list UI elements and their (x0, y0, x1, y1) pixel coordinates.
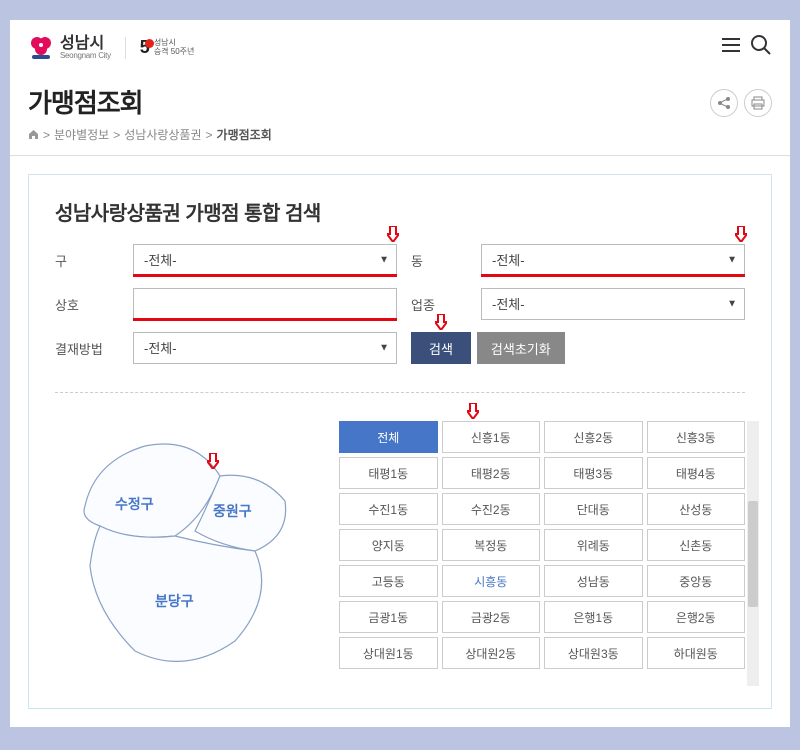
city-logo[interactable]: 성남시 Seongnam City (28, 35, 111, 61)
menu-button[interactable] (720, 34, 742, 61)
dong-button[interactable]: 상대원1동 (339, 637, 438, 669)
dong-button[interactable]: 시흥동 (442, 565, 541, 597)
search-icon (750, 34, 772, 56)
name-label: 상호 (55, 295, 119, 314)
payment-label: 결재방법 (55, 339, 119, 358)
home-icon[interactable] (28, 129, 39, 140)
dong-label: 동 (411, 251, 467, 270)
callout-arrow-icon (735, 226, 747, 242)
dong-select-wrap: -전체- ▼ (481, 244, 745, 276)
category-select[interactable]: -전체- (481, 288, 745, 320)
flower-logo-icon (28, 35, 54, 61)
callout-arrow-icon (387, 226, 399, 242)
crumb-2[interactable]: 성남사랑상품권 (124, 126, 201, 143)
print-icon (751, 96, 765, 110)
site-header: 성남시 Seongnam City 5 성남시 승격 50주년 (10, 20, 790, 75)
callout-arrow-icon (435, 314, 447, 330)
dong-button[interactable]: 성남동 (544, 565, 643, 597)
search-form: 구 -전체- ▼ 동 -전체- ▼ 상호 업종 (55, 244, 745, 364)
dong-button[interactable]: 산성동 (647, 493, 746, 525)
dong-all-button[interactable]: 전체 (339, 421, 438, 453)
dong-button[interactable]: 상대원2동 (442, 637, 541, 669)
dong-button[interactable]: 양지동 (339, 529, 438, 561)
map-label-sujeong: 수정구 (115, 496, 154, 512)
name-input-wrap (133, 288, 397, 320)
dong-button[interactable]: 중앙동 (647, 565, 746, 597)
crumb-current: 가맹점조회 (217, 126, 272, 143)
dong-button[interactable]: 하대원동 (647, 637, 746, 669)
dong-button[interactable]: 태평2동 (442, 457, 541, 489)
callout-arrow-icon (207, 453, 219, 469)
region-map: 수정구 중원구 분당구 (55, 421, 315, 686)
share-button[interactable] (710, 89, 738, 117)
dong-button[interactable]: 신흥3동 (647, 421, 746, 453)
scrollbar[interactable] (747, 421, 759, 686)
map-label-bundang: 분당구 (155, 593, 194, 609)
anniv-badge-icon (145, 39, 154, 48)
logo-text-kr: 성남시 (60, 36, 111, 52)
dong-button[interactable]: 금광2동 (442, 601, 541, 633)
anniv-line2: 승격 50주년 (154, 48, 195, 57)
share-icon (717, 96, 731, 110)
dong-button[interactable]: 신촌동 (647, 529, 746, 561)
dong-button[interactable]: 수진1동 (339, 493, 438, 525)
dong-button[interactable]: 태평4동 (647, 457, 746, 489)
breadcrumb: > 분야별정보 > 성남사랑상품권 > 가맹점조회 (28, 126, 272, 143)
dong-button[interactable]: 단대동 (544, 493, 643, 525)
dong-button[interactable]: 상대원3동 (544, 637, 643, 669)
dong-button[interactable]: 태평3동 (544, 457, 643, 489)
dong-button[interactable]: 복정동 (442, 529, 541, 561)
reset-button[interactable]: 검색초기화 (477, 332, 565, 364)
category-label: 업종 (411, 295, 467, 314)
dong-list: 전체신흥1동신흥2동신흥3동태평1동태평2동태평3동태평4동수진1동수진2동단대… (339, 421, 745, 686)
gu-label: 구 (55, 251, 119, 270)
payment-select-wrap: -전체- ▼ (133, 332, 397, 364)
dong-button[interactable]: 고등동 (339, 565, 438, 597)
dong-button[interactable]: 신흥2동 (544, 421, 643, 453)
store-name-input[interactable] (133, 288, 397, 320)
dong-button[interactable]: 은행2동 (647, 601, 746, 633)
payment-select[interactable]: -전체- (133, 332, 397, 364)
map-label-jungwon: 중원구 (213, 503, 252, 519)
search-panel: 성남사랑상품권 가맹점 통합 검색 구 -전체- ▼ 동 -전체- ▼ 상호 (28, 174, 772, 709)
dong-button[interactable]: 은행1동 (544, 601, 643, 633)
dong-button[interactable]: 금광1동 (339, 601, 438, 633)
callout-arrow-icon (467, 403, 479, 419)
header-search-button[interactable] (750, 34, 772, 61)
panel-title: 성남사랑상품권 가맹점 통합 검색 (55, 197, 745, 226)
search-button[interactable]: 검색 (411, 332, 471, 364)
anniv-number: 5 (140, 37, 150, 58)
category-select-wrap: -전체- ▼ (481, 288, 745, 320)
print-button[interactable] (744, 89, 772, 117)
gu-select[interactable]: -전체- (133, 244, 397, 276)
dong-select[interactable]: -전체- (481, 244, 745, 276)
anniversary-logo: 5 성남시 승격 50주년 (140, 37, 195, 58)
hamburger-icon (720, 34, 742, 56)
page-title: 가맹점조회 (28, 83, 272, 120)
crumb-1[interactable]: 분야별정보 (54, 126, 109, 143)
logo-group: 성남시 Seongnam City 5 성남시 승격 50주년 (28, 35, 194, 61)
dong-button[interactable]: 수진2동 (442, 493, 541, 525)
vertical-divider (125, 37, 126, 59)
logo-text-en: Seongnam City (60, 52, 111, 60)
dong-button[interactable]: 태평1동 (339, 457, 438, 489)
gu-select-wrap: -전체- ▼ (133, 244, 397, 276)
section-divider (55, 392, 745, 393)
dong-button[interactable]: 위례동 (544, 529, 643, 561)
dong-button[interactable]: 신흥1동 (442, 421, 541, 453)
